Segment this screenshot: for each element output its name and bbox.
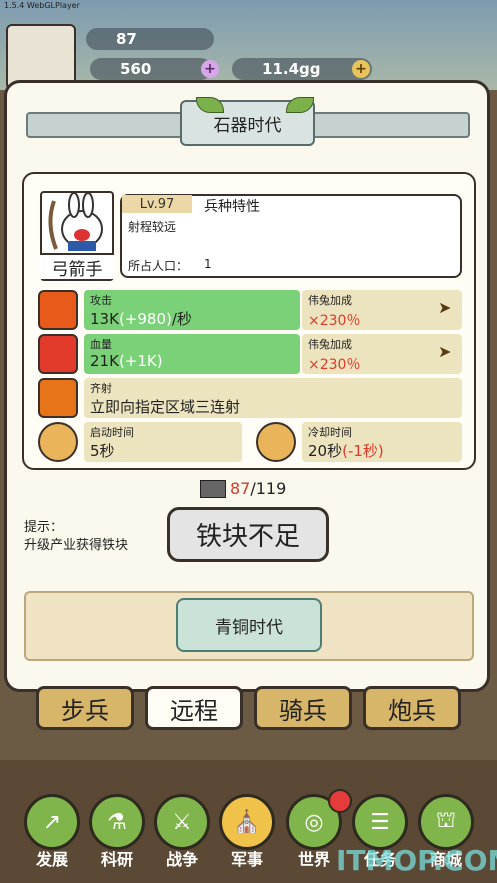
shop-icon[interactable]: ⛫	[418, 794, 474, 850]
gem-resource: 560	[90, 58, 212, 80]
iron-resource: 87	[86, 28, 214, 50]
population-label: 所占人口：	[128, 259, 189, 273]
research-icon[interactable]: ⚗	[89, 794, 145, 850]
task-icon[interactable]: ☰	[352, 794, 408, 850]
cooldown-label: 冷却时间	[308, 426, 352, 439]
hp-label: 血量	[90, 338, 112, 351]
attack-detail-arrow-icon[interactable]: ➤	[438, 298, 451, 317]
upgrade-cost: 87/119	[230, 479, 287, 498]
unit-name: 弓箭手	[40, 253, 114, 280]
start-time-label: 启动时间	[90, 426, 134, 439]
hp-detail-arrow-icon[interactable]: ➤	[438, 342, 451, 361]
add-gold-icon[interactable]: +	[352, 60, 370, 78]
iron-ingot-icon	[200, 480, 226, 498]
attack-icon	[38, 290, 78, 330]
start-time-value: 5秒	[90, 442, 115, 460]
rabbit-archer-icon	[48, 192, 103, 251]
population-value: 1	[204, 257, 212, 271]
attack-buff-value: ×230％	[308, 313, 361, 329]
tab-ranged[interactable]: 远程	[145, 686, 243, 730]
tab-cavalry[interactable]: 骑兵	[254, 686, 352, 730]
tab-infantry[interactable]: 步兵	[36, 686, 134, 730]
next-era-title[interactable]: 青铜时代	[176, 598, 322, 652]
attack-value: 13K(+980)/秒	[90, 310, 192, 328]
notification-dot-icon	[328, 789, 352, 813]
attack-buff-label: 伟兔加成	[308, 294, 352, 307]
iron-count: 87	[116, 30, 137, 48]
unit-level: Lv.97	[122, 195, 192, 213]
develop-icon[interactable]: ↗	[24, 794, 80, 850]
volley-skill-icon	[38, 378, 78, 418]
nav-label-research[interactable]: 科研	[87, 846, 147, 870]
watermark: ITMOP.COM	[336, 844, 497, 877]
nav-label-war[interactable]: 战争	[152, 846, 212, 870]
trait-title: 兵种特性	[204, 199, 260, 215]
nav-label-world[interactable]: 世界	[284, 846, 344, 870]
military-icon[interactable]: ⛪	[219, 794, 275, 850]
start-time-icon	[38, 422, 78, 462]
hint-label: 提示：	[24, 520, 64, 535]
add-gems-icon[interactable]: +	[201, 60, 219, 78]
skill-desc: 立即向指定区域三连射	[90, 398, 241, 416]
nav-label-develop[interactable]: 发展	[22, 846, 82, 870]
tab-artillery[interactable]: 炮兵	[363, 686, 461, 730]
trait-desc: 射程较远	[128, 220, 177, 234]
nav-label-military[interactable]: 军事	[217, 846, 277, 870]
gem-count: 560	[120, 60, 152, 78]
hint-text: 升级产业获得铁块	[24, 538, 129, 553]
gold-resource: 11.4gg	[232, 58, 372, 80]
hp-value: 21K(+1K)	[90, 352, 163, 370]
heart-icon	[38, 334, 78, 374]
hp-buff-label: 伟兔加成	[308, 338, 352, 351]
version-label: 1.5.4 WebGLPlayer	[4, 1, 80, 10]
attack-label: 攻击	[90, 294, 112, 307]
skill-name: 齐射	[90, 382, 112, 395]
hp-buff-value: ×230％	[308, 357, 361, 373]
cooldown-icon	[256, 422, 296, 462]
cooldown-value: 20秒(-1秒)	[308, 442, 384, 460]
gold-count: 11.4gg	[262, 60, 321, 78]
upgrade-button[interactable]: 铁块不足	[167, 507, 329, 562]
war-icon[interactable]: ⚔	[154, 794, 210, 850]
